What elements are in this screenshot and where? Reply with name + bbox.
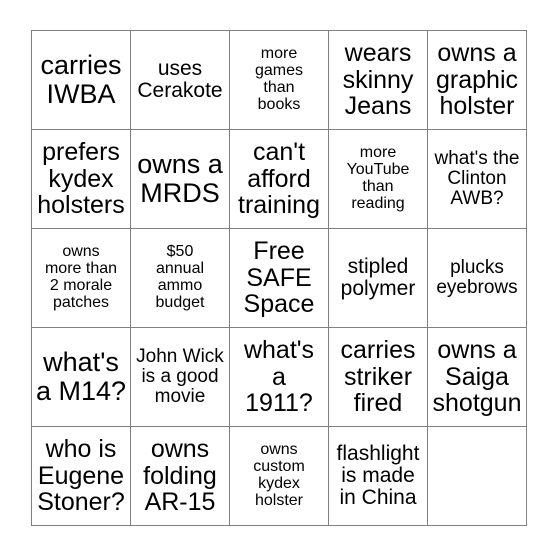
bingo-cell-r2c4[interactable]: more YouTube than reading [328,129,428,229]
bingo-cell-r1c5[interactable]: owns a graphic holster [427,30,527,130]
bingo-cell-r3c2[interactable]: $50 annual ammo budget [130,228,230,328]
bingo-cell-text: prefers kydex holsters [37,138,125,220]
bingo-cell-text: owns folding AR-15 [143,435,217,517]
bingo-cell-text: flashlight is made in China [336,441,420,510]
bingo-cell-r4c5[interactable]: owns a Saiga shotgun [427,327,527,427]
bingo-cell-text: stipled polymer [340,254,416,300]
bingo-cell-r1c4[interactable]: wears skinny Jeans [328,30,428,130]
bingo-cell-r1c3[interactable]: more games than books [229,30,329,130]
bingo-cell-text: John Wick is a good movie [136,345,224,408]
bingo-cell-r5c1[interactable]: who is Eugene Stoner? [31,426,131,526]
bingo-cell-text: who is Eugene Stoner? [37,435,125,517]
bingo-grid-body: carries IWBA uses Cerakote more games th… [31,30,527,526]
bingo-cell-r2c3[interactable]: can't afford training [229,129,329,229]
bingo-cell-r1c2[interactable]: uses Cerakote [130,30,230,130]
bingo-cell-r2c2[interactable]: owns a MRDS [130,129,230,229]
bingo-row: what's a M14? John Wick is a good movie … [31,327,527,427]
bingo-cell-r5c3[interactable]: owns custom kydex holster [229,426,329,526]
bingo-cell-text: owns a Saiga shotgun [432,336,522,418]
bingo-grid: carries IWBA uses Cerakote more games th… [31,30,527,526]
bingo-cell-text: Free SAFE Space [243,237,315,319]
bingo-cell-text: $50 annual ammo budget [155,243,205,311]
bingo-cell-text: carries IWBA [40,50,122,109]
bingo-cell-text: owns a MRDS [137,149,223,208]
bingo-row: who is Eugene Stoner? owns folding AR-15… [31,426,527,526]
bingo-cell-text: carries striker fired [340,336,416,418]
bingo-cell-text: what's a 1911? [243,336,315,418]
bingo-cell-r5c4[interactable]: flashlight is made in China [328,426,428,526]
bingo-cell-text: what's the Clinton AWB? [434,147,520,210]
bingo-cell-text: plucks eyebrows [436,256,518,298]
bingo-cell-text: owns custom kydex holster [253,441,305,509]
bingo-cell-r3c5[interactable]: plucks eyebrows [427,228,527,328]
bingo-cell-text: wears skinny Jeans [342,39,414,121]
bingo-cell-r5c2[interactable]: owns folding AR-15 [130,426,230,526]
bingo-card: carries IWBA uses Cerakote more games th… [31,30,527,526]
bingo-cell-text: owns more than 2 morale patches [44,243,118,311]
bingo-cell-text: uses Cerakote [137,56,223,102]
bingo-cell-r3c1[interactable]: owns more than 2 morale patches [31,228,131,328]
bingo-cell-r3c4[interactable]: stipled polymer [328,228,428,328]
bingo-cell-r2c5[interactable]: what's the Clinton AWB? [427,129,527,229]
bingo-cell-text: what's a M14? [35,347,127,406]
bingo-cell-r4c4[interactable]: carries striker fired [328,327,428,427]
bingo-cell-free-space[interactable]: Free SAFE Space [229,228,329,328]
bingo-cell-text: owns a graphic holster [436,39,518,121]
bingo-row: carries IWBA uses Cerakote more games th… [31,30,527,130]
bingo-cell-r2c1[interactable]: prefers kydex holsters [31,129,131,229]
bingo-cell-text: more YouTube than reading [346,144,410,212]
bingo-cell-r1c1[interactable]: carries IWBA [31,30,131,130]
bingo-cell-text: more games than books [254,45,304,113]
bingo-cell-r4c2[interactable]: John Wick is a good movie [130,327,230,427]
bingo-row: owns more than 2 morale patches $50 annu… [31,228,527,328]
bingo-cell-text: can't afford training [238,138,320,220]
bingo-cell-r4c1[interactable]: what's a M14? [31,327,131,427]
bingo-cell-r5c5-empty[interactable] [427,426,527,526]
bingo-cell-r4c3[interactable]: what's a 1911? [229,327,329,427]
bingo-row: prefers kydex holsters owns a MRDS can't… [31,129,527,229]
